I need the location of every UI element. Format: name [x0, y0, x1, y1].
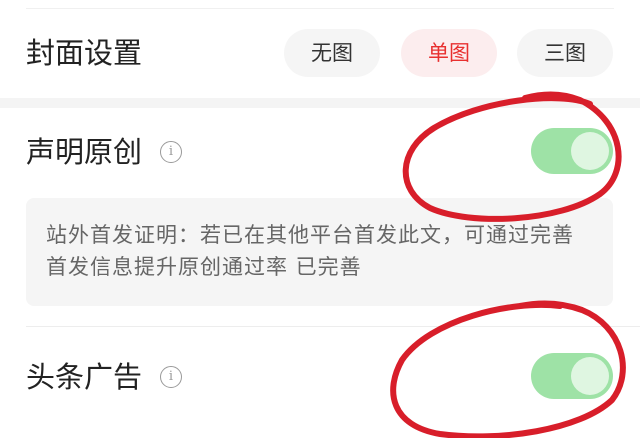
divider: [26, 326, 640, 327]
declare-original-toggle[interactable]: [531, 128, 613, 174]
cover-option-none-button[interactable]: 无图: [284, 29, 380, 77]
cover-option-three-button[interactable]: 三图: [517, 29, 613, 77]
first-publish-note[interactable]: 站外首发证明：若已在其他平台首发此文，可通过完善首发信息提升原创通过率 已完善: [26, 198, 613, 306]
cover-option-single-button[interactable]: 单图: [401, 29, 497, 77]
declare-original-label: 声明原创: [26, 135, 143, 169]
cover-settings-title: 封面设置: [26, 36, 143, 70]
info-icon[interactable]: i: [160, 366, 182, 388]
headline-ads-label: 头条广告: [26, 360, 143, 394]
divider: [26, 8, 614, 9]
headline-ads-toggle[interactable]: [531, 353, 613, 399]
info-icon[interactable]: i: [160, 141, 182, 163]
toggle-knob: [571, 357, 609, 395]
section-separator: [0, 98, 640, 108]
toggle-knob: [571, 132, 609, 170]
cover-settings-section: 封面设置 无图 单图 三图: [0, 0, 640, 98]
